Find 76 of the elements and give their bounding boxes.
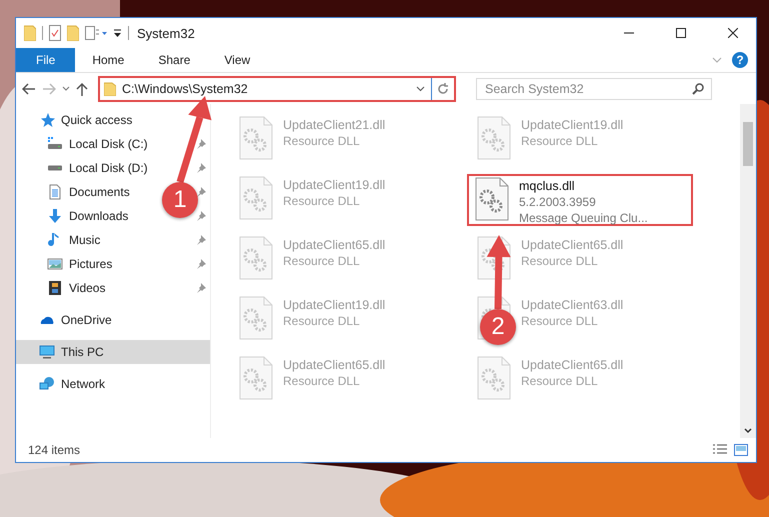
pin-icon[interactable] — [196, 211, 206, 221]
file-icon — [239, 296, 273, 340]
search-field[interactable]: Search System32 — [476, 78, 712, 100]
file-detail: Resource DLL — [283, 254, 361, 268]
monitor-icon — [39, 344, 55, 360]
drive-icon — [47, 136, 63, 152]
recent-locations-icon[interactable] — [62, 86, 70, 91]
sidebar-item[interactable]: Downloads — [69, 209, 128, 223]
file-detail: Resource DLL — [283, 194, 361, 208]
view-options-icon[interactable] — [85, 26, 107, 40]
file-icon — [239, 236, 273, 280]
sidebar-item[interactable]: OneDrive — [61, 313, 112, 327]
pin-icon[interactable] — [196, 259, 206, 269]
file-detail: Resource DLL — [521, 254, 599, 268]
file-detail: Resource DLL — [521, 314, 599, 328]
back-icon[interactable] — [22, 82, 36, 94]
sidebar-item[interactable]: Documents — [69, 185, 130, 199]
ribbon-tab[interactable]: View — [207, 48, 268, 72]
pin-icon[interactable] — [196, 163, 206, 173]
pin-icon[interactable] — [196, 283, 206, 293]
minimize-icon[interactable] — [624, 32, 634, 34]
sidebar-item[interactable]: Quick access — [61, 113, 132, 127]
file-icon — [477, 356, 511, 400]
address-path: C:\Windows\System32 — [122, 82, 249, 96]
sidebar-item[interactable]: Pictures — [69, 257, 112, 271]
search-icon[interactable] — [692, 82, 704, 94]
file-icon — [475, 177, 509, 221]
file-icon — [477, 116, 511, 160]
scroll-down-icon[interactable] — [744, 428, 752, 434]
file-detail: Resource DLL — [283, 314, 361, 328]
ribbon-tab[interactable]: Home — [75, 48, 142, 72]
document-icon — [47, 184, 63, 200]
sidebar-item[interactable]: Network — [61, 377, 106, 391]
file-detail: Message Queuing Clu... — [519, 211, 648, 225]
large-icons-view-icon[interactable] — [734, 444, 748, 456]
star-icon — [39, 112, 55, 128]
help-button[interactable]: ? — [732, 52, 748, 68]
drive-icon — [47, 165, 63, 171]
maximize-icon[interactable] — [676, 28, 686, 38]
address-bar[interactable]: C:\Windows\System32 — [98, 76, 456, 102]
sidebar-item[interactable]: Local Disk (D:) — [69, 161, 148, 175]
folder-icon — [104, 82, 116, 96]
file-detail: 5.2.2003.3959 — [519, 195, 597, 209]
scrollbar[interactable] — [740, 104, 756, 438]
scroll-thumb[interactable] — [743, 122, 753, 166]
details-view-icon[interactable] — [712, 444, 728, 456]
sidebar-item[interactable]: This PC — [61, 345, 104, 359]
expand-ribbon-icon[interactable] — [712, 57, 722, 63]
film-icon — [47, 280, 63, 296]
window-title: System32 — [137, 26, 196, 40]
file-detail: Resource DLL — [521, 134, 599, 148]
dropdown-icon[interactable] — [113, 28, 122, 38]
up-arrow-icon[interactable] — [76, 82, 88, 96]
file-detail: Resource DLL — [283, 134, 361, 148]
file-name[interactable]: mqclus.dll — [519, 179, 648, 193]
sidebar-item[interactable]: Local Disk (C:) — [69, 137, 148, 151]
file-detail: Resource DLL — [521, 374, 599, 388]
file-menu-tab[interactable]: File — [16, 48, 76, 72]
network-icon — [39, 376, 55, 392]
download-icon — [47, 208, 63, 224]
sidebar-item[interactable]: Videos — [69, 281, 106, 295]
close-icon[interactable] — [728, 28, 738, 38]
file-detail: Resource DLL — [283, 374, 361, 388]
pin-icon[interactable] — [196, 187, 206, 197]
sidebar-item[interactable]: Music — [69, 233, 100, 247]
properties-icon[interactable] — [49, 25, 61, 41]
item-count: 124 items — [28, 443, 82, 457]
dropdown-icon[interactable] — [416, 86, 425, 92]
ribbon-tab[interactable]: Share — [141, 48, 208, 72]
file-icon — [239, 176, 273, 220]
pin-icon[interactable] — [196, 235, 206, 245]
pin-icon[interactable] — [196, 139, 206, 149]
picture-icon — [47, 256, 63, 272]
refresh-icon[interactable] — [437, 82, 449, 94]
file-icon — [239, 356, 273, 400]
file-icon — [239, 116, 273, 160]
